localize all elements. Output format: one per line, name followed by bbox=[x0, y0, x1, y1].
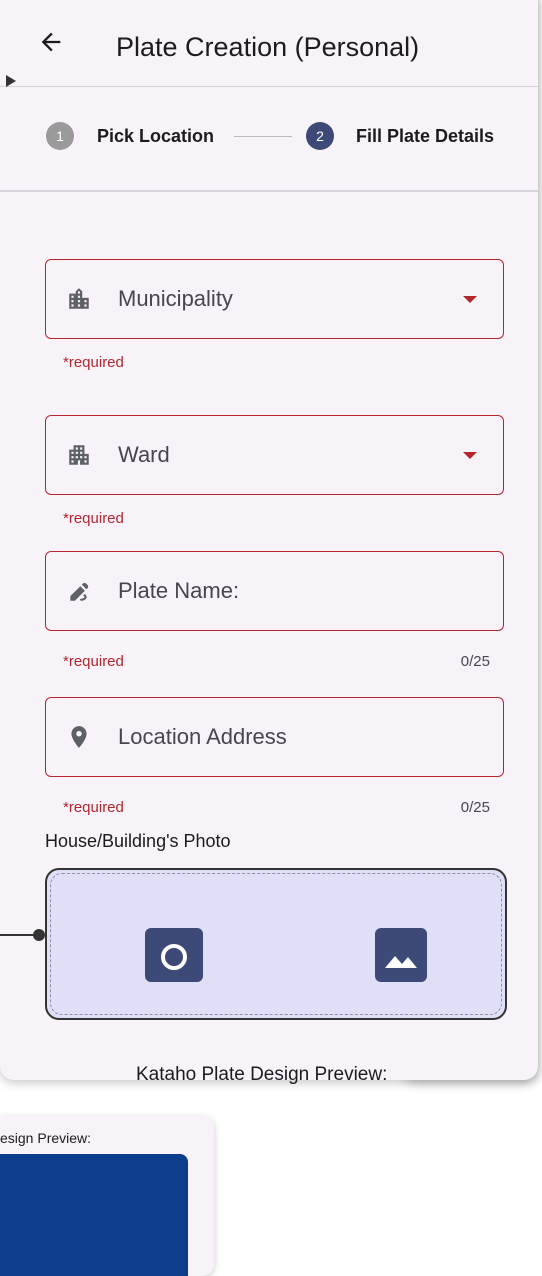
step-1-circle[interactable]: 1 bbox=[46, 122, 74, 150]
mini-preview-label: esign Preview: bbox=[0, 1130, 92, 1146]
chevron-down-icon bbox=[463, 452, 477, 459]
plate-name-counter: 0/25 bbox=[460, 653, 490, 670]
ward-helper: *required bbox=[63, 510, 124, 527]
camera-icon bbox=[161, 934, 187, 970]
preview-label: Kataho Plate Design Preview: bbox=[136, 1064, 388, 1085]
municipality-helper: *required bbox=[63, 354, 124, 371]
photo-picker bbox=[45, 868, 507, 1020]
app-bar: Plate Creation (Personal) bbox=[0, 6, 538, 87]
plate-name-placeholder: Plate Name: bbox=[118, 578, 240, 603]
pencil-icon bbox=[70, 582, 89, 601]
photo-dropzone bbox=[50, 873, 502, 1015]
annotation-line bbox=[0, 934, 36, 936]
screen: Plate Creation (Personal) 1 Pick Locatio… bbox=[0, 0, 542, 1276]
page-title: Plate Creation (Personal) bbox=[116, 32, 420, 62]
arrow-left-icon bbox=[41, 32, 61, 52]
location-address-counter: 0/25 bbox=[460, 799, 490, 816]
annotation-dot bbox=[33, 929, 45, 941]
step-1-label[interactable]: Pick Location bbox=[97, 126, 214, 147]
location-address-helper: *required bbox=[63, 799, 124, 816]
apartment-icon bbox=[69, 445, 89, 465]
annotation-arrow bbox=[6, 75, 16, 87]
step-2-circle[interactable]: 2 bbox=[306, 122, 334, 150]
step-2-label[interactable]: Fill Plate Details bbox=[356, 126, 494, 147]
building-icon bbox=[69, 288, 89, 309]
back-button[interactable] bbox=[34, 28, 68, 62]
step-connector bbox=[234, 136, 292, 137]
municipality-dropdown[interactable]: Municipality bbox=[45, 259, 504, 339]
municipality-placeholder: Municipality bbox=[118, 286, 233, 311]
location-address-input[interactable]: Location Address bbox=[45, 697, 504, 777]
location-address-placeholder: Location Address bbox=[118, 724, 287, 749]
gallery-button[interactable] bbox=[375, 928, 427, 982]
plate-name-input[interactable]: Plate Name: bbox=[45, 551, 504, 631]
mini-plate-preview bbox=[0, 1154, 188, 1276]
image-icon bbox=[385, 956, 417, 968]
plate-name-helper: *required bbox=[63, 653, 124, 670]
chevron-down-icon bbox=[463, 296, 477, 303]
ward-placeholder: Ward bbox=[118, 442, 170, 467]
photo-label: House/Building's Photo bbox=[45, 831, 231, 851]
stepper: 1 Pick Location 2 Fill Plate Details bbox=[0, 87, 538, 192]
camera-button[interactable] bbox=[145, 928, 203, 982]
location-pin-icon bbox=[71, 726, 87, 748]
mini-preview-card: esign Preview: bbox=[0, 1116, 214, 1276]
ward-dropdown[interactable]: Ward bbox=[45, 415, 504, 495]
